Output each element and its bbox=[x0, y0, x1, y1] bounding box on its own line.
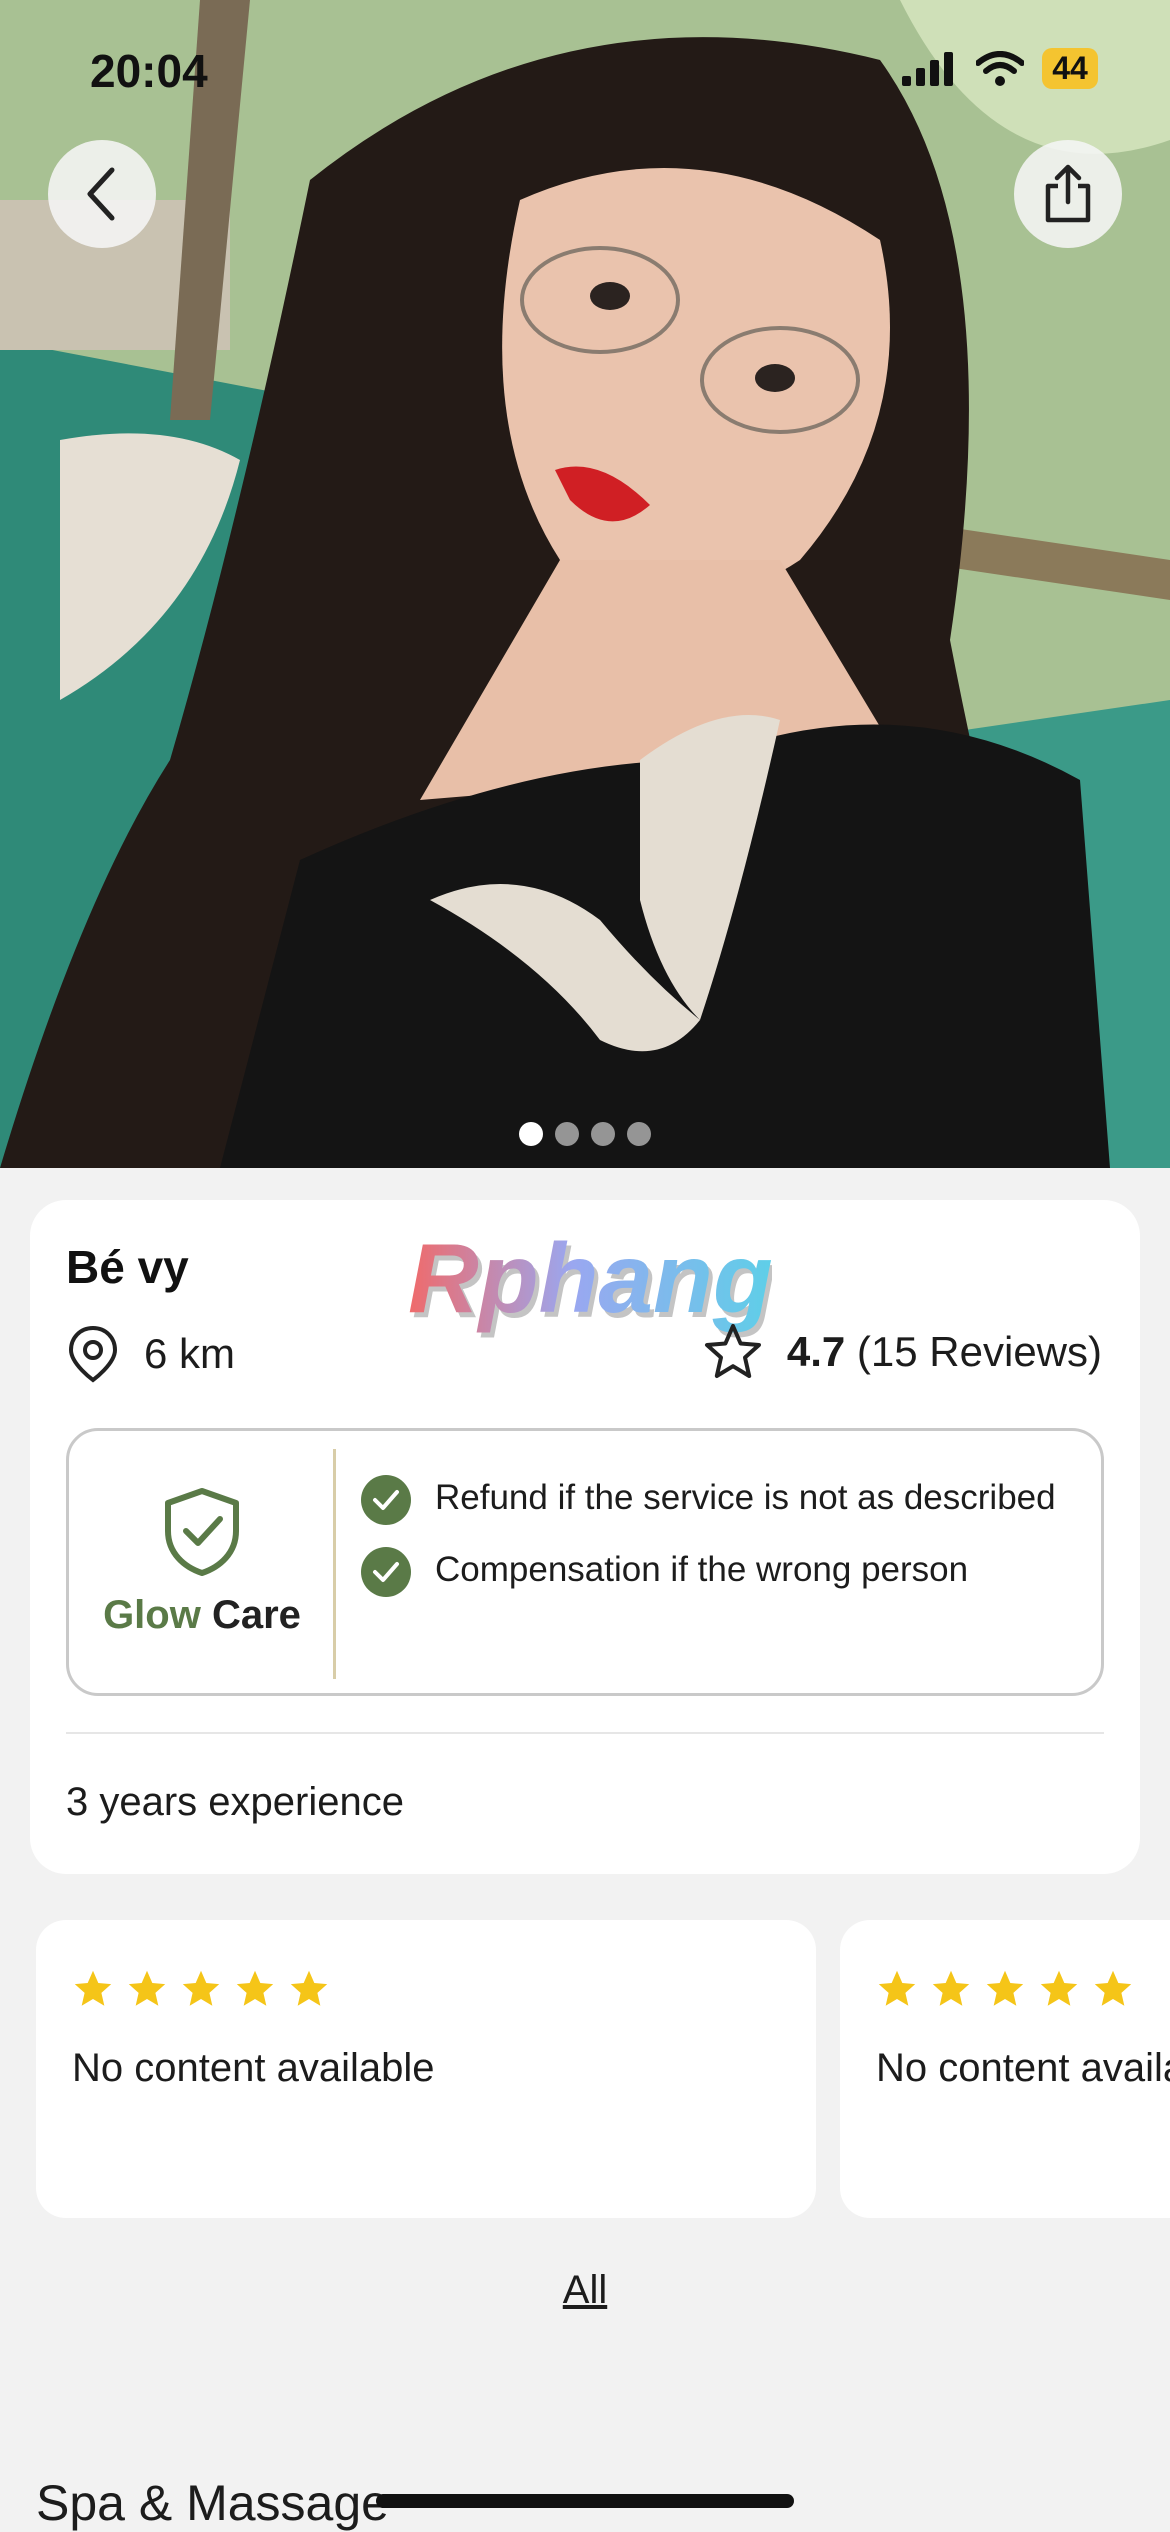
share-button[interactable] bbox=[1014, 140, 1122, 248]
back-button[interactable] bbox=[48, 140, 156, 248]
section-title-spa-massage: Spa & Massage bbox=[36, 2475, 389, 2531]
carousel-dot[interactable] bbox=[555, 1122, 579, 1146]
review-text: No content available bbox=[72, 2046, 435, 2090]
glow-care-guarantee: Glow Care Refund if the service is not a… bbox=[66, 1428, 1104, 1696]
distance-value: 6 km bbox=[144, 1330, 236, 1377]
review-stars bbox=[72, 1968, 330, 2010]
glow-care-badge: Glow Care bbox=[69, 1431, 335, 1693]
star-filled-icon bbox=[74, 1970, 112, 2006]
guarantee-item: Refund if the service is not as describe… bbox=[361, 1475, 1081, 1525]
rating-score: 4.7 bbox=[786, 1328, 846, 1375]
profile-photo bbox=[0, 0, 1170, 1168]
glow-care-label: Glow Care bbox=[103, 1593, 301, 1638]
star-filled-icon bbox=[878, 1970, 916, 2006]
status-icons: 44 bbox=[902, 48, 1098, 89]
glow-care-word1: Glow bbox=[103, 1592, 201, 1637]
reviews-count: (15 Reviews) bbox=[856, 1328, 1102, 1375]
guarantee-text: Refund if the service is not as describe… bbox=[435, 1478, 1056, 1517]
profile-info-card: Bé vy Rphang Rphang 6 km 4.7 (15 Reviews… bbox=[30, 1200, 1140, 1874]
section-divider bbox=[66, 1732, 1104, 1734]
star-filled-icon bbox=[128, 1970, 166, 2006]
carousel-dot[interactable] bbox=[627, 1122, 651, 1146]
guarantee-list: Refund if the service is not as describe… bbox=[361, 1475, 1081, 1619]
rating-info[interactable]: 4.7 (15 Reviews) bbox=[703, 1322, 1102, 1382]
guarantee-divider bbox=[333, 1449, 336, 1679]
star-filled-icon bbox=[1040, 1970, 1078, 2006]
home-indicator[interactable] bbox=[376, 2494, 794, 2508]
shield-check-icon bbox=[165, 1487, 239, 1576]
experience-text: 3 years experience bbox=[66, 1780, 404, 1824]
star-filled-icon bbox=[932, 1970, 970, 2006]
review-card[interactable]: No content available bbox=[840, 1920, 1170, 2218]
glow-care-word2: Care bbox=[211, 1592, 301, 1637]
guarantee-text: Compensation if the wrong person bbox=[435, 1550, 969, 1589]
status-bar: 20:04 44 bbox=[0, 0, 1170, 140]
carousel-dot[interactable] bbox=[519, 1122, 543, 1146]
check-circle-icon bbox=[361, 1475, 411, 1525]
star-filled-icon bbox=[290, 1970, 328, 2006]
all-reviews-link[interactable]: All bbox=[0, 2268, 1170, 2313]
battery-indicator: 44 bbox=[1042, 48, 1098, 89]
carousel-dot[interactable] bbox=[591, 1122, 615, 1146]
star-filled-icon bbox=[1094, 1970, 1132, 2006]
star-filled-icon bbox=[986, 1970, 1024, 2006]
cellular-signal-icon bbox=[902, 51, 953, 86]
chevron-left-icon bbox=[87, 167, 115, 221]
check-circle-icon bbox=[361, 1547, 411, 1597]
star-filled-icon bbox=[236, 1970, 274, 2006]
profile-screen: 20:04 44 Bé vy Rphang Rphang 6 km 4.7 (1… bbox=[0, 0, 1170, 2532]
wifi-icon bbox=[976, 50, 1024, 86]
share-icon bbox=[1045, 164, 1091, 223]
location-pin-icon bbox=[68, 1325, 118, 1383]
review-stars bbox=[876, 1968, 1134, 2010]
distance-info: 6 km bbox=[66, 1324, 235, 1384]
status-time: 20:04 bbox=[90, 45, 208, 97]
guarantee-item: Compensation if the wrong person bbox=[361, 1547, 1081, 1597]
profile-photo-carousel[interactable]: 20:04 44 bbox=[0, 0, 1170, 1168]
provider-name: Bé vy bbox=[66, 1241, 189, 1293]
star-filled-icon bbox=[182, 1970, 220, 2006]
svg-text:Rphang: Rphang bbox=[408, 1223, 772, 1333]
carousel-indicator bbox=[0, 1122, 1170, 1146]
star-outline-icon bbox=[704, 1324, 761, 1378]
review-card[interactable]: No content available bbox=[36, 1920, 816, 2218]
review-text: No content available bbox=[876, 2046, 1170, 2090]
